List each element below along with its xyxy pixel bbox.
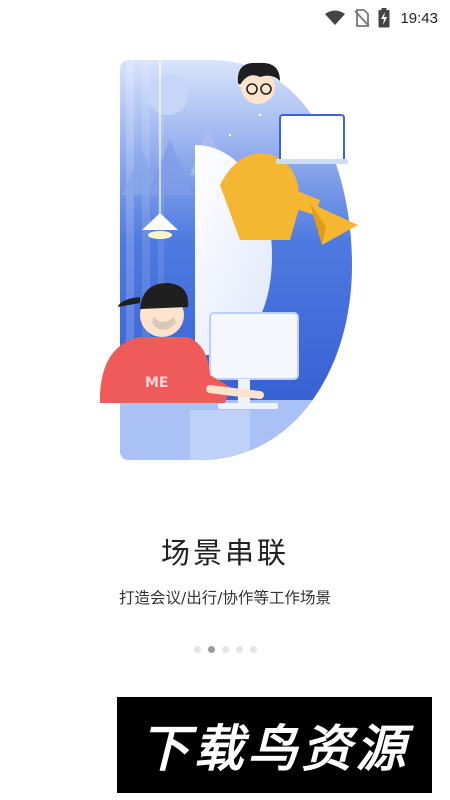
status-bar: 19:43 bbox=[0, 0, 450, 36]
page-indicator-dot[interactable] bbox=[221, 646, 229, 653]
wifi-icon bbox=[324, 10, 346, 26]
onboarding-illustration: ME bbox=[90, 55, 370, 465]
onboarding-title: 场景串联 bbox=[160, 536, 289, 570]
onboarding-subtitle: 打造会议/出行/协作等工作场景 bbox=[119, 589, 331, 607]
svg-text:ME: ME bbox=[145, 375, 169, 391]
page-indicator-dot-active[interactable] bbox=[207, 646, 215, 653]
watermark-banner: 下载鸟资源 bbox=[117, 697, 432, 793]
moon-icon bbox=[148, 75, 188, 115]
page-indicator-dot[interactable] bbox=[235, 646, 243, 653]
page-indicator-dot[interactable] bbox=[249, 646, 257, 653]
page-indicator-dot[interactable] bbox=[193, 646, 201, 653]
status-time: 19:43 bbox=[400, 9, 438, 27]
no-sim-icon bbox=[354, 9, 371, 27]
battery-charging-icon bbox=[378, 8, 390, 28]
page-indicator bbox=[0, 646, 450, 653]
